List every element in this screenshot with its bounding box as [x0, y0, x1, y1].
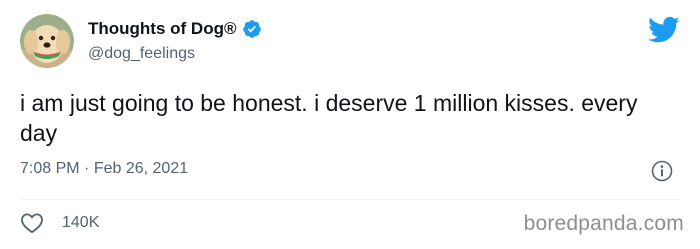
like-button[interactable]: 140K [20, 208, 99, 238]
divider [20, 199, 680, 200]
heart-icon [20, 212, 44, 234]
tweet-text: i am just going to be honest. i deserve … [20, 90, 638, 146]
meta-separator: · [84, 160, 90, 177]
dog-avatar-image [20, 14, 74, 68]
tweet-date: Feb 26, 2021 [93, 160, 189, 177]
verified-badge-icon [242, 19, 262, 39]
tweet-timestamp[interactable]: 7:08 PM · Feb 26, 2021 [20, 160, 188, 178]
author-handle[interactable]: @dog_feelings [88, 45, 195, 63]
avatar[interactable] [20, 14, 74, 68]
twitter-bird-icon[interactable] [648, 16, 680, 44]
tweet-time: 7:08 PM [20, 160, 80, 177]
like-count: 140K [62, 214, 100, 231]
tweet-card: Thoughts of Dog® @dog_feelings i am just… [0, 0, 700, 249]
author-name[interactable]: Thoughts of Dog® [88, 19, 262, 39]
info-icon[interactable] [651, 160, 673, 182]
watermark: boredpanda.com [523, 212, 684, 235]
author-name-text: Thoughts of Dog® [88, 19, 237, 38]
